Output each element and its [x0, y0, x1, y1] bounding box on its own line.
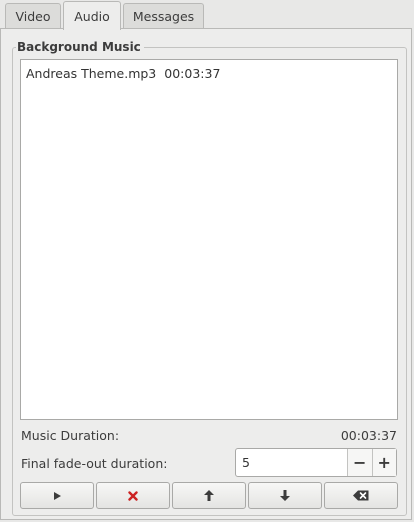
- play-icon: [54, 491, 61, 500]
- remove-icon: [128, 490, 138, 501]
- move-up-button[interactable]: [172, 482, 246, 509]
- move-down-button[interactable]: [248, 482, 322, 509]
- tab-video[interactable]: Video: [5, 3, 61, 28]
- music-duration-value: 00:03:37: [340, 428, 397, 443]
- decrement-button[interactable]: −: [347, 449, 372, 476]
- remove-button[interactable]: [96, 482, 170, 509]
- increment-button[interactable]: +: [371, 449, 396, 476]
- background-music-legend: Background Music: [16, 40, 144, 54]
- move-up-icon: [204, 490, 214, 501]
- fade-out-input[interactable]: [236, 449, 347, 476]
- tab-audio[interactable]: Audio: [63, 1, 121, 30]
- music-toolbar: [20, 482, 398, 509]
- tab-bar: Video Audio Messages: [0, 0, 414, 30]
- move-down-icon: [280, 490, 290, 501]
- fade-out-spinner: − +: [235, 448, 397, 477]
- music-list[interactable]: Andreas Theme.mp3 00:03:37: [20, 59, 398, 420]
- play-button[interactable]: [20, 482, 94, 509]
- clear-button[interactable]: [324, 482, 398, 509]
- list-item[interactable]: Andreas Theme.mp3 00:03:37: [26, 66, 220, 81]
- music-duration-label: Music Duration:: [21, 428, 120, 443]
- tab-messages[interactable]: Messages: [123, 3, 204, 28]
- track-duration: 00:03:37: [164, 66, 221, 81]
- fade-out-label: Final fade-out duration:: [21, 456, 168, 471]
- track-name: Andreas Theme.mp3: [26, 66, 157, 81]
- clear-icon: [353, 490, 369, 501]
